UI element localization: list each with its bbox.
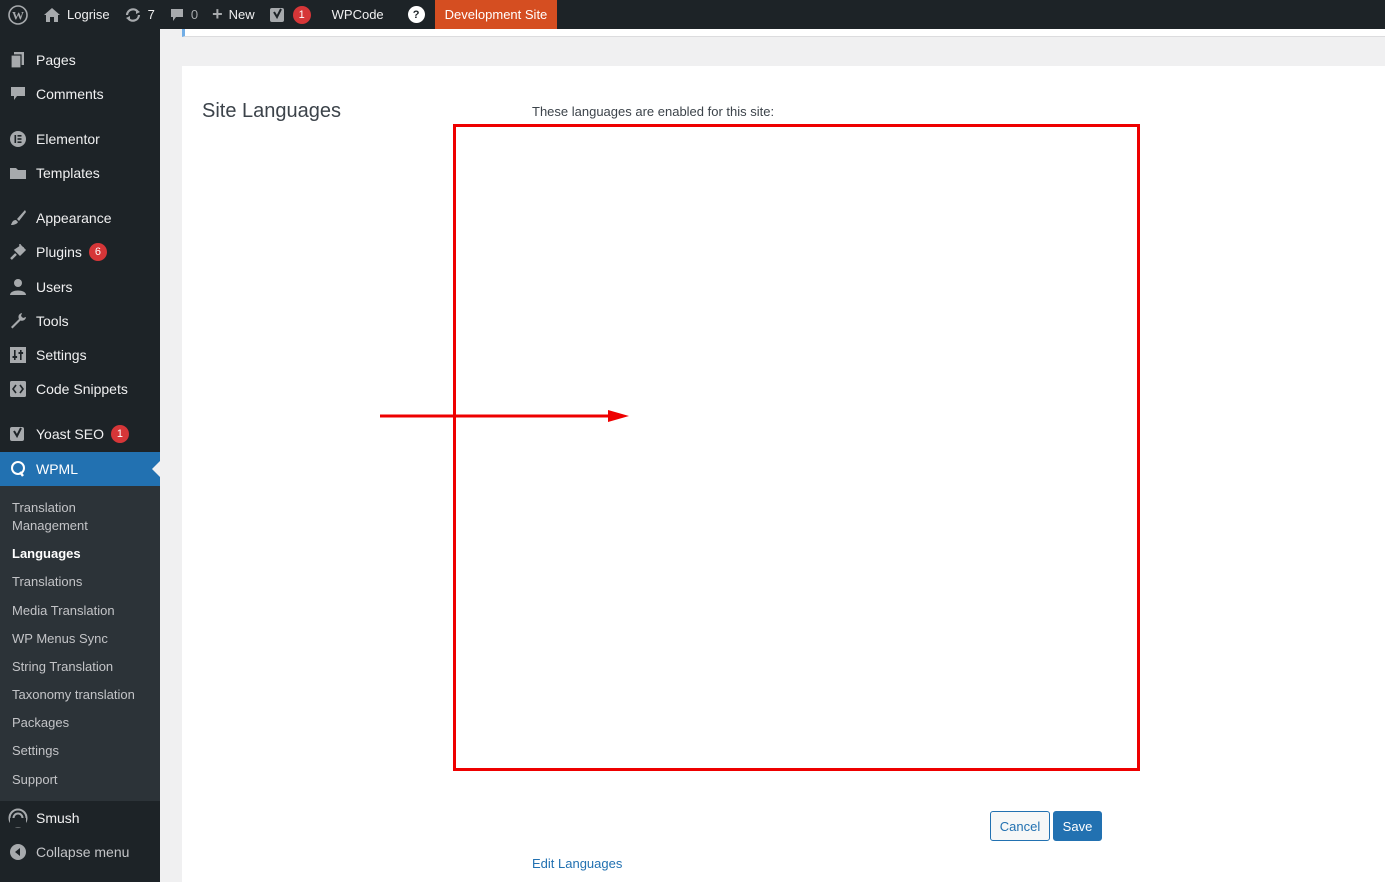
help-icon: ? [407,6,425,23]
sidebar-item-label: Elementor [36,131,100,147]
submenu-support[interactable]: Support [12,771,152,789]
development-site-indicator[interactable]: Development Site [434,0,558,29]
sidebar-item-label: Smush [36,810,80,826]
edit-languages-link[interactable]: Edit Languages [532,856,622,871]
admin-sidebar: Pages Comments Elementor Templates Appea… [0,29,160,882]
sidebar-item-label: Tools [36,313,69,329]
enabled-languages-text: These languages are enabled for this sit… [532,104,775,119]
plug-icon [0,243,36,261]
current-menu-indicator [152,461,160,477]
wpcode-link[interactable]: WPCode [318,0,398,29]
home-icon [43,7,61,23]
sidebar-item-label: Appearance [36,210,112,226]
comment-icon [169,7,185,23]
annotation-arrow [380,410,629,422]
collapse-icon [0,843,36,861]
section-title: Site Languages [202,100,342,122]
development-site-label: Development Site [444,7,548,22]
updates-link[interactable]: 7 [117,0,162,29]
sidebar-item-label: Pages [36,52,76,68]
sidebar-item-pages[interactable]: Pages [0,43,160,77]
sidebar-item-plugins[interactable]: Plugins 6 [0,235,160,269]
yoast-adminbar-link[interactable]: 1 [262,0,318,29]
elementor-icon [0,130,36,148]
sidebar-item-users[interactable]: Users [0,270,160,304]
sidebar-item-label: WPML [36,461,78,477]
submenu-translation-management[interactable]: Translation Management [12,499,152,535]
pages-icon [0,51,36,69]
comments-link[interactable]: 0 [162,0,205,29]
admin-bar: W Logrise 7 0 + New 1 WPCode ? Developme… [0,0,1385,29]
settings-icon [0,346,36,364]
submenu-media-translation[interactable]: Media Translation [12,602,152,620]
sidebar-item-templates[interactable]: Templates [0,156,160,190]
languages-highlight-box [453,124,1140,771]
sidebar-item-label: Yoast SEO [36,426,104,442]
sidebar-item-label: Users [36,279,73,295]
sidebar-item-label: Settings [36,347,87,363]
submenu-wp-menus-sync[interactable]: WP Menus Sync [12,630,152,648]
wpml-icon [0,460,36,478]
brush-icon [0,209,36,227]
sidebar-item-label: Plugins [36,244,82,260]
previous-section-edge [182,29,1385,37]
sidebar-item-tools[interactable]: Tools [0,304,160,338]
wrench-icon [0,312,36,330]
new-content-link[interactable]: + New [205,0,262,29]
user-icon [0,278,36,296]
sidebar-item-smush[interactable]: Smush [0,801,160,835]
wordpress-icon: W [8,4,28,25]
help-link[interactable]: ? [398,0,435,29]
comments-count: 0 [190,7,199,22]
comment-icon [0,85,36,103]
site-name-link[interactable]: Logrise [36,0,117,29]
wpml-submenu: Translation Management Languages Transla… [0,486,160,801]
sidebar-item-label: Templates [36,165,100,181]
smush-icon [0,808,36,828]
media-icon [0,29,36,30]
sidebar-item-label: Code Snippets [36,381,128,397]
sidebar-item-settings[interactable]: Settings [0,338,160,372]
plus-icon: + [212,4,223,24]
folder-icon [0,165,36,181]
sidebar-item-media[interactable] [0,29,160,35]
svg-text:W: W [12,8,24,22]
yoast-icon [0,425,36,443]
yoast-icon [269,6,287,24]
sidebar-item-label: Comments [36,86,104,102]
wordpress-logo-button[interactable]: W [0,0,36,29]
refresh-icon [124,7,142,23]
yoast-notification-badge: 1 [110,425,129,443]
sidebar-item-elementor[interactable]: Elementor [0,122,160,156]
site-name: Logrise [67,7,110,22]
sidebar-item-appearance[interactable]: Appearance [0,201,160,235]
collapse-menu-button[interactable]: Collapse menu [0,835,160,869]
submenu-settings[interactable]: Settings [12,742,152,760]
sidebar-item-wpml[interactable]: WPML [0,452,160,486]
sidebar-item-comments[interactable]: Comments [0,77,160,111]
updates-count: 7 [147,7,155,22]
save-button[interactable]: Save [1053,811,1102,841]
new-label: New [228,7,255,22]
yoast-notification-badge: 1 [292,5,311,24]
submenu-string-translation[interactable]: String Translation [12,658,152,676]
submenu-taxonomy-translation[interactable]: Taxonomy translation [12,686,152,704]
code-icon [0,380,36,398]
wpcode-label: WPCode [331,7,384,22]
sidebar-item-yoast-seo[interactable]: Yoast SEO 1 [0,417,160,451]
submenu-translations[interactable]: Translations [12,573,152,591]
sidebar-item-label: Collapse menu [36,844,130,860]
submenu-packages[interactable]: Packages [12,714,152,732]
site-languages-panel: Site Languages These languages are enabl… [182,66,1385,882]
sidebar-item-code-snippets[interactable]: Code Snippets [0,372,160,406]
plugins-update-badge: 6 [88,243,107,261]
cancel-button[interactable]: Cancel [990,811,1050,841]
submenu-languages[interactable]: Languages [12,545,152,563]
